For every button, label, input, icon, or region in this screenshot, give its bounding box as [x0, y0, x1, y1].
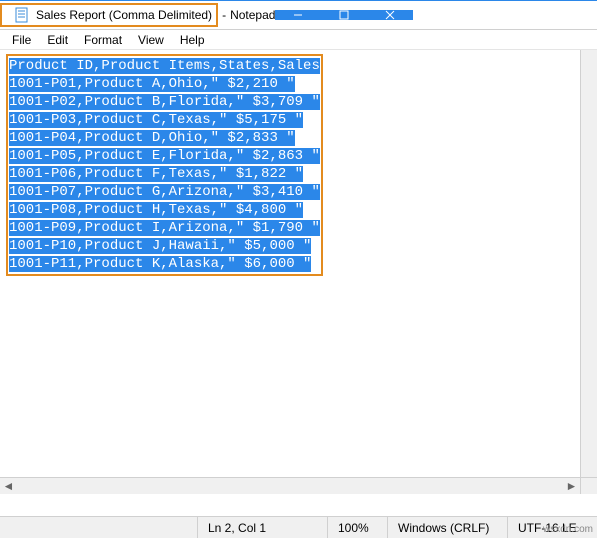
- selected-text[interactable]: 1001-P02,Product B,Florida," $3,709 ": [9, 94, 320, 110]
- text-line[interactable]: 1001-P01,Product A,Ohio," $2,210 ": [9, 75, 320, 93]
- text-editor[interactable]: Product ID,Product Items,States,Sales 100…: [0, 50, 597, 516]
- text-line[interactable]: 1001-P10,Product J,Hawaii," $5,000 ": [9, 237, 320, 255]
- scroll-left-icon[interactable]: ◄: [0, 478, 17, 495]
- menu-file[interactable]: File: [4, 31, 39, 49]
- selected-text[interactable]: 1001-P07,Product G,Arizona," $3,410 ": [9, 184, 320, 200]
- close-button[interactable]: [367, 10, 413, 20]
- status-position: Ln 2, Col 1: [197, 517, 327, 538]
- text-line[interactable]: 1001-P11,Product K,Alaska," $6,000 ": [9, 255, 320, 273]
- minimize-button[interactable]: [275, 10, 321, 20]
- menu-help[interactable]: Help: [172, 31, 213, 49]
- window-title-appname: Notepad: [230, 8, 275, 22]
- menu-view[interactable]: View: [130, 31, 172, 49]
- selected-text[interactable]: 1001-P09,Product I,Arizona," $1,790 ": [9, 220, 320, 236]
- text-line[interactable]: Product ID,Product Items,States,Sales: [9, 57, 320, 75]
- menu-format[interactable]: Format: [76, 31, 130, 49]
- watermark: wsxdn.com: [543, 524, 593, 535]
- title-bar: Sales Report (Comma Delimited) - Notepad: [0, 0, 597, 30]
- text-line[interactable]: 1001-P07,Product G,Arizona," $3,410 ": [9, 183, 320, 201]
- editor-viewport: Product ID,Product Items,States,Sales 100…: [0, 50, 597, 516]
- text-line[interactable]: 1001-P04,Product D,Ohio," $2,833 ": [9, 129, 320, 147]
- horizontal-scrollbar[interactable]: ◄ ►: [0, 477, 580, 494]
- menu-edit[interactable]: Edit: [39, 31, 76, 49]
- selected-text[interactable]: 1001-P03,Product C,Texas," $5,175 ": [9, 112, 303, 128]
- maximize-button[interactable]: [321, 10, 367, 20]
- notepad-icon: [14, 7, 30, 23]
- text-line[interactable]: 1001-P05,Product E,Florida," $2,863 ": [9, 147, 320, 165]
- status-zoom: 100%: [327, 517, 387, 538]
- selected-text[interactable]: Product ID,Product Items,States,Sales: [9, 58, 320, 74]
- status-line-ending: Windows (CRLF): [387, 517, 507, 538]
- status-bar: Ln 2, Col 1 100% Windows (CRLF) UTF-16 L…: [0, 516, 597, 538]
- text-line[interactable]: 1001-P09,Product I,Arizona," $1,790 ": [9, 219, 320, 237]
- scroll-corner: [580, 477, 597, 494]
- text-line[interactable]: 1001-P06,Product F,Texas," $1,822 ": [9, 165, 320, 183]
- selected-text[interactable]: 1001-P10,Product J,Hawaii," $5,000 ": [9, 238, 311, 254]
- selected-text[interactable]: 1001-P05,Product E,Florida," $2,863 ": [9, 148, 320, 164]
- selected-text[interactable]: 1001-P04,Product D,Ohio," $2,833 ": [9, 130, 295, 146]
- scroll-right-icon[interactable]: ►: [563, 478, 580, 495]
- selected-text[interactable]: 1001-P08,Product H,Texas," $4,800 ": [9, 202, 303, 218]
- title-highlight-box: Sales Report (Comma Delimited): [0, 3, 218, 27]
- status-empty: [0, 517, 197, 538]
- text-line[interactable]: 1001-P03,Product C,Texas," $5,175 ": [9, 111, 320, 129]
- vertical-scrollbar[interactable]: [580, 50, 597, 477]
- window-title-separator: -: [222, 8, 226, 22]
- selection-highlight-box: Product ID,Product Items,States,Sales 100…: [6, 54, 323, 276]
- window-title-filename: Sales Report (Comma Delimited): [36, 8, 212, 22]
- menu-bar: File Edit Format View Help: [0, 30, 597, 50]
- scroll-track[interactable]: [17, 478, 563, 494]
- text-line[interactable]: 1001-P02,Product B,Florida," $3,709 ": [9, 93, 320, 111]
- selected-text[interactable]: 1001-P06,Product F,Texas," $1,822 ": [9, 166, 303, 182]
- window-controls: [275, 10, 413, 20]
- selected-text[interactable]: 1001-P01,Product A,Ohio," $2,210 ": [9, 76, 295, 92]
- text-line[interactable]: 1001-P08,Product H,Texas," $4,800 ": [9, 201, 320, 219]
- selected-text[interactable]: 1001-P11,Product K,Alaska," $6,000 ": [9, 256, 311, 272]
